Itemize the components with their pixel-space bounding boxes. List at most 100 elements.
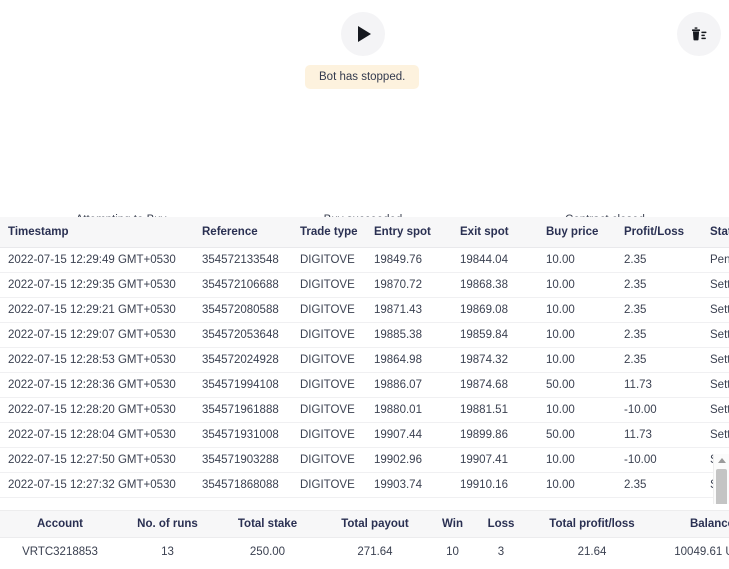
cell-buy-price: 10.00 — [538, 322, 616, 348]
table-row[interactable]: 2022-07-15 12:29:35 GMT+0530 354572106688… — [0, 272, 729, 298]
cell-trade-type: DIGITOVE — [292, 472, 366, 498]
summary-header-row: Account No. of runs Total stake Total pa… — [0, 511, 729, 538]
trash-clear-icon — [692, 27, 707, 41]
summary-header-loss: Loss — [475, 511, 527, 538]
cell-status: Settled — [702, 347, 729, 373]
cell-status: Settled — [702, 297, 729, 323]
clear-log-button[interactable] — [677, 12, 721, 56]
cell-profit-loss: -10.00 — [616, 397, 702, 423]
cell-entry-spot: 19903.74 — [366, 472, 452, 498]
column-header-trade-type[interactable]: Trade type — [292, 217, 366, 248]
summary-value-total-payout: 271.64 — [357, 546, 393, 558]
table-row[interactable]: 2022-07-15 12:27:18 GMT+0530354571841908… — [0, 498, 729, 505]
scroll-up-button[interactable] — [714, 454, 729, 467]
summary-header-account: Account — [0, 511, 120, 538]
cell-reference: 354572106688 — [194, 272, 292, 298]
cell-buy-price: 10.00 — [538, 447, 616, 473]
cell-timestamp: 2022-07-15 12:29:35 GMT+0530 — [0, 272, 194, 298]
cell-timestamp: 2022-07-15 12:28:20 GMT+0530 — [0, 397, 194, 423]
cell-profit-loss: 2.35 — [616, 272, 702, 298]
toolbar: Bot has stopped. — [0, 0, 729, 100]
column-header-timestamp[interactable]: Timestamp — [0, 217, 194, 248]
scrollbar-thumb[interactable] — [716, 469, 727, 504]
cell-profit-loss: 11.73 — [616, 372, 702, 398]
summary-panel: Account No. of runs Total stake Total pa… — [0, 510, 729, 569]
summary-value-total-stake: 250.00 — [249, 546, 286, 558]
cell-timestamp: 2022-07-15 12:27:50 GMT+0530 — [0, 447, 194, 473]
summary-header-total-payout: Total payout — [320, 511, 430, 538]
cell-trade-type: DIGITOVE — [292, 247, 366, 273]
cell-trade-type: DIGITOVE — [292, 372, 366, 398]
cell-buy-price: 10.00 — [538, 272, 616, 298]
cell-exit-spot: 19910.16 — [452, 472, 538, 498]
table-row[interactable]: 2022-07-15 12:28:36 GMT+0530 354571994108… — [0, 372, 729, 398]
column-header-buy-price[interactable]: Buy price — [538, 217, 616, 248]
cell-trade-type: DIGITOVE — [292, 272, 366, 298]
summary-value-win: 10 — [446, 546, 459, 558]
table-row[interactable]: 2022-07-15 12:28:53 GMT+0530 354572024928… — [0, 347, 729, 373]
column-header-profit-loss[interactable]: Profit/Loss — [616, 217, 702, 248]
column-header-entry-spot[interactable]: Entry spot — [366, 217, 452, 248]
summary-value-no-of-runs: 13 — [161, 546, 174, 558]
cell-buy-price: 10.00 — [538, 297, 616, 323]
cell-status: Settled — [702, 272, 729, 298]
table-row[interactable]: 2022-07-15 12:27:50 GMT+0530 354571903288… — [0, 447, 729, 473]
cell-trade-type: DIGITOVE — [292, 397, 366, 423]
cell-entry-spot: 19864.98 — [366, 347, 452, 373]
cell-reference: 354572080588 — [194, 297, 292, 323]
cell-entry-spot: 19886.07 — [366, 372, 452, 398]
cell-profit-loss: 2.35 — [616, 498, 702, 505]
cell-status: Settled — [702, 397, 729, 423]
cell-trade-type: DIGITOVE — [292, 322, 366, 348]
table-row[interactable]: 2022-07-15 12:29:49 GMT+0530 354572133548… — [0, 247, 729, 273]
bot-journal-panel: Bot has stopped. Attempting to Buy Buy a… — [0, 0, 729, 569]
cell-trade-type: DIGITOVE — [292, 447, 366, 473]
summary-value-balance: 10049.61 USD — [674, 546, 729, 558]
cell-trade-type: DIGITOVE — [292, 422, 366, 448]
cell-reference: 354571868088 — [194, 472, 292, 498]
summary-table: Account No. of runs Total stake Total pa… — [0, 511, 729, 566]
cell-status: Pending — [702, 247, 729, 273]
journal-table: Timestamp Reference Trade type Entry spo… — [0, 217, 729, 504]
cell-exit-spot: 19869.08 — [452, 297, 538, 323]
cell-status: Settled — [702, 322, 729, 348]
cell-exit-spot: 19899.86 — [452, 422, 538, 448]
play-icon — [358, 26, 371, 42]
table-row[interactable]: 2022-07-15 12:29:21 GMT+0530 354572080588… — [0, 297, 729, 323]
column-header-reference[interactable]: Reference — [194, 217, 292, 248]
cell-entry-spot: 19922.03 — [366, 498, 452, 505]
table-row[interactable]: 2022-07-15 12:29:07 GMT+0530 354572053648… — [0, 322, 729, 348]
column-header-exit-spot[interactable]: Exit spot — [452, 217, 538, 248]
cell-buy-price: 50.00 — [538, 422, 616, 448]
cell-buy-price: 10.00 — [538, 472, 616, 498]
cell-exit-spot: 19904.88 — [452, 498, 538, 505]
cell-entry-spot: 19880.01 — [366, 397, 452, 423]
journal-table-container: Timestamp Reference Trade type Entry spo… — [0, 217, 729, 504]
table-row[interactable]: 2022-07-15 12:27:32 GMT+0530 354571868088… — [0, 472, 729, 498]
cell-exit-spot: 19859.84 — [452, 322, 538, 348]
cell-status: Settled — [702, 372, 729, 398]
summary-header-no-of-runs: No. of runs — [120, 511, 215, 538]
summary-header-total-profit-loss: Total profit/loss — [527, 511, 657, 538]
bot-status-banner: Bot has stopped. — [305, 65, 420, 89]
run-bot-button[interactable] — [341, 12, 385, 56]
cell-trade-type: DIGITOVE — [292, 498, 366, 505]
cell-profit-loss: 2.35 — [616, 472, 702, 498]
cell-exit-spot: 19874.32 — [452, 347, 538, 373]
cell-reference: 354571931008 — [194, 422, 292, 448]
cell-exit-spot: 19907.41 — [452, 447, 538, 473]
cell-timestamp: 2022-07-15 12:28:04 GMT+0530 — [0, 422, 194, 448]
table-row[interactable]: 2022-07-15 12:28:04 GMT+0530 354571931008… — [0, 422, 729, 448]
cell-reference: 354571841908 — [194, 498, 292, 505]
table-row[interactable]: 2022-07-15 12:28:20 GMT+0530 354571961888… — [0, 397, 729, 423]
cell-timestamp: 2022-07-15 12:28:36 GMT+0530 — [0, 372, 194, 398]
transaction-timeline: Attempting to Buy Buy amount: 10.00 Buy … — [0, 100, 729, 298]
cell-buy-price: 10.00 — [538, 397, 616, 423]
cell-reference: 354571961888 — [194, 397, 292, 423]
cell-profit-loss: 2.35 — [616, 347, 702, 373]
cell-exit-spot: 19868.38 — [452, 272, 538, 298]
column-header-status[interactable]: Status — [702, 217, 729, 248]
cell-profit-loss: -10.00 — [616, 447, 702, 473]
journal-scrollbar[interactable] — [713, 454, 729, 504]
cell-timestamp: 2022-07-15 12:27:18 GMT+0530 — [0, 498, 194, 505]
